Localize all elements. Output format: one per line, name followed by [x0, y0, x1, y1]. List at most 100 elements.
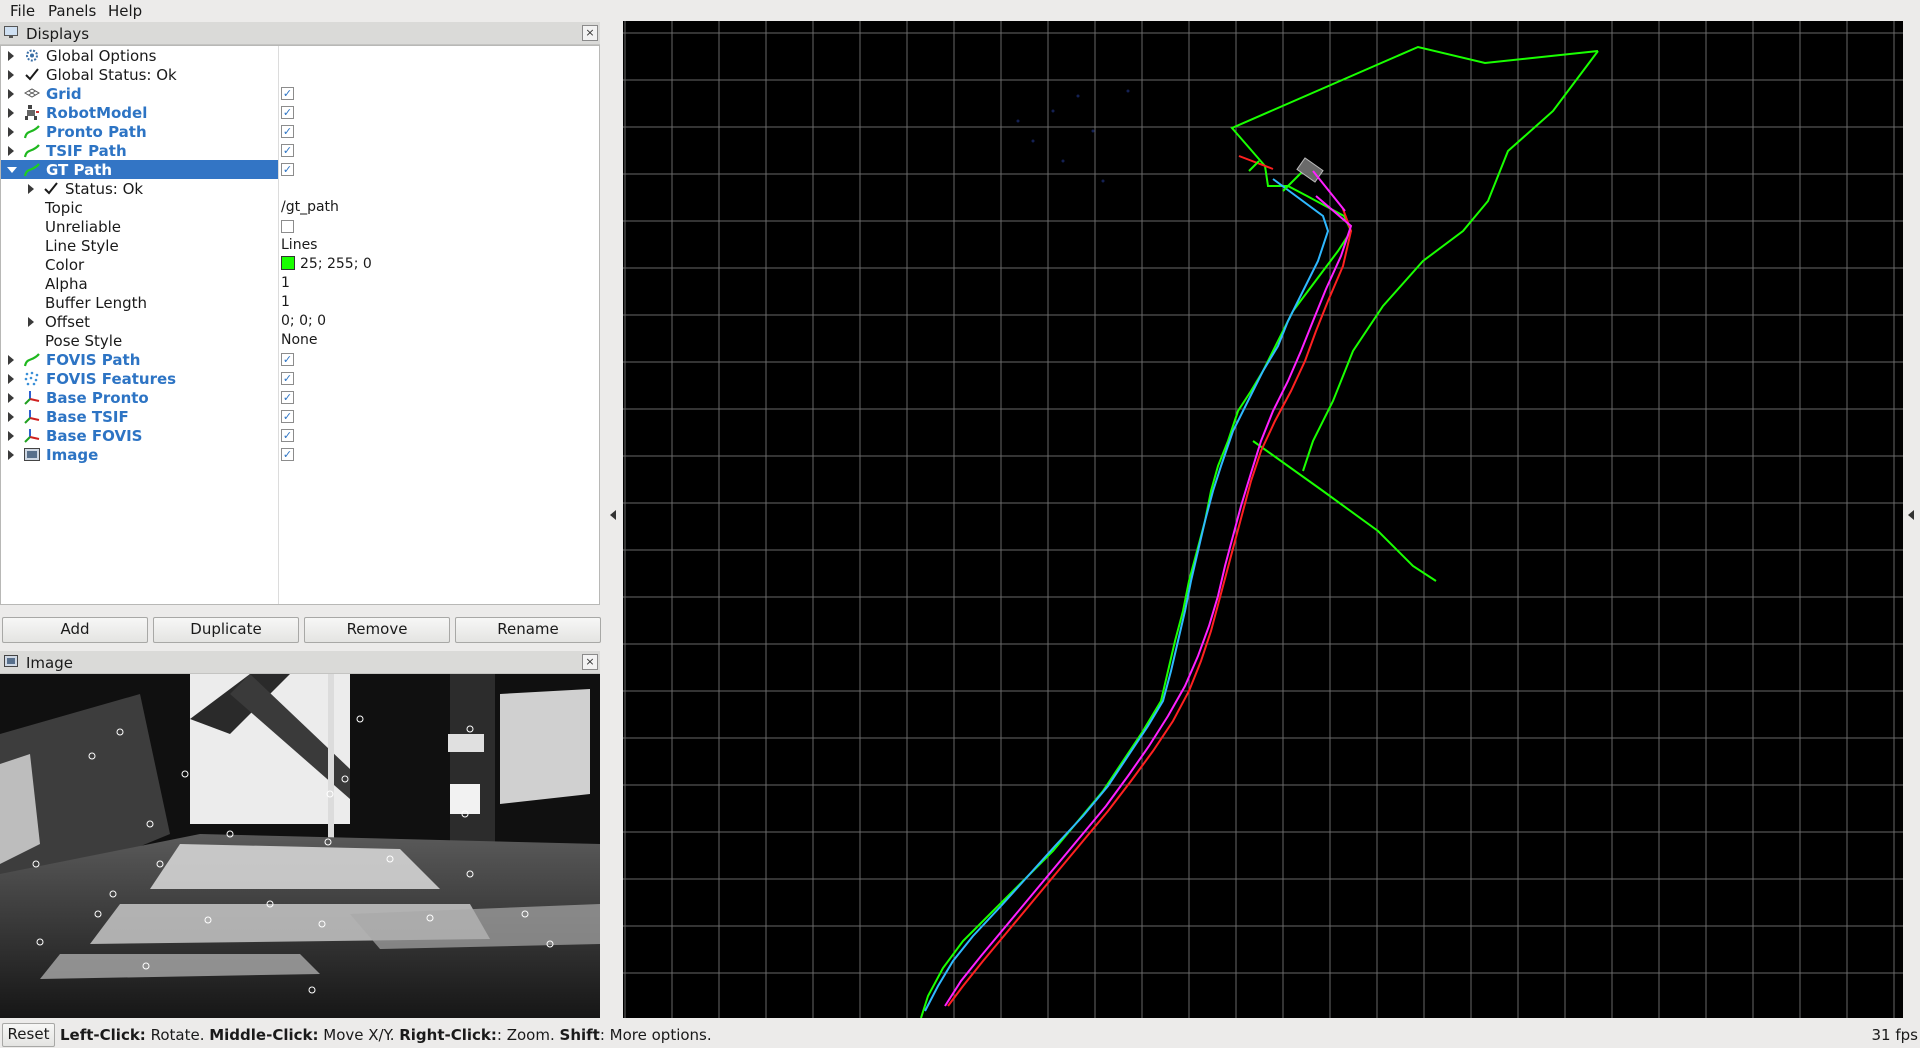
image-panel-header: Image × — [0, 651, 600, 674]
property-value[interactable]: 1 — [281, 294, 290, 310]
displays-panel-title: Displays — [26, 25, 90, 43]
tree-row-global-options[interactable]: Global Options — [1, 46, 599, 65]
property-unreliable[interactable]: Unreliable — [1, 217, 599, 236]
enable-checkbox[interactable]: ✓ — [281, 87, 294, 100]
path-icon — [23, 163, 40, 177]
expand-arrow-icon[interactable] — [8, 355, 14, 365]
expand-arrow-icon[interactable] — [8, 431, 14, 441]
expand-arrow-icon[interactable] — [8, 51, 14, 61]
3d-viewport[interactable] — [623, 21, 1903, 1018]
axes-icon — [24, 410, 40, 424]
menu-file-label: File — [10, 2, 36, 20]
property-pose-style[interactable]: Pose Style None — [1, 331, 599, 350]
tree-row-fovis-features[interactable]: FOVIS Features ✓ — [1, 369, 599, 388]
tree-row-global-status[interactable]: Global Status: Ok — [1, 65, 599, 84]
expand-arrow-icon[interactable] — [28, 317, 34, 327]
displays-tree[interactable]: Global Options Global Status: Ok Grid ✓ … — [0, 45, 600, 605]
expand-arrow-icon[interactable] — [8, 127, 14, 137]
collapse-arrow-icon[interactable] — [7, 167, 17, 173]
property-value-color[interactable]: 25; 255; 0 — [281, 256, 372, 272]
property-label: Alpha — [45, 275, 88, 293]
property-line-style[interactable]: Line Style Lines — [1, 236, 599, 255]
menu-panels[interactable]: Panels — [48, 2, 96, 20]
tree-label: GT Path — [46, 161, 113, 179]
property-buffer-length[interactable]: Buffer Length 1 — [1, 293, 599, 312]
tree-label: TSIF Path — [46, 142, 127, 160]
right-splitter-handle-icon[interactable] — [1908, 510, 1914, 520]
enable-checkbox[interactable]: ✓ — [281, 429, 294, 442]
remove-button[interactable]: Remove — [304, 617, 450, 643]
status-bar: Reset Left-Click: Rotate. Middle-Click: … — [0, 1022, 1920, 1048]
reset-button[interactable]: Reset — [2, 1023, 55, 1047]
check-icon — [44, 182, 58, 195]
property-value[interactable]: None — [281, 332, 318, 348]
tree-label: Base Pronto — [46, 389, 149, 407]
camera-image — [0, 674, 600, 1018]
property-topic[interactable]: Topic /gt_path — [1, 198, 599, 217]
property-label: Buffer Length — [45, 294, 148, 312]
enable-checkbox[interactable]: ✓ — [281, 163, 294, 176]
property-alpha[interactable]: Alpha 1 — [1, 274, 599, 293]
tree-row-robotmodel[interactable]: RobotModel ✓ — [1, 103, 599, 122]
gt-path-line — [920, 45, 1599, 1018]
unreliable-checkbox[interactable] — [281, 220, 294, 233]
tree-row-gt-path[interactable]: GT Path ✓ — [1, 160, 599, 179]
tree-label: FOVIS Path — [46, 351, 141, 369]
menu-help[interactable]: Help — [108, 2, 142, 20]
enable-checkbox[interactable]: ✓ — [281, 353, 294, 366]
hint-middle: Move X/Y. — [318, 1026, 400, 1044]
image-icon — [24, 448, 40, 461]
property-offset[interactable]: Offset 0; 0; 0 — [1, 312, 599, 331]
rename-button[interactable]: Rename — [455, 617, 601, 643]
property-value[interactable]: 1 — [281, 275, 290, 291]
tree-row-tsif-path[interactable]: TSIF Path ✓ — [1, 141, 599, 160]
expand-arrow-icon[interactable] — [28, 184, 34, 194]
color-swatch[interactable] — [281, 256, 295, 270]
path-icon — [23, 125, 40, 139]
tree-row-image[interactable]: Image ✓ — [1, 445, 599, 464]
enable-checkbox[interactable]: ✓ — [281, 448, 294, 461]
tree-row-fovis-path[interactable]: FOVIS Path ✓ — [1, 350, 599, 369]
enable-checkbox[interactable]: ✓ — [281, 125, 294, 138]
property-value[interactable]: 0; 0; 0 — [281, 313, 326, 329]
add-button[interactable]: Add — [2, 617, 148, 643]
property-value[interactable]: Lines — [281, 237, 317, 253]
gt-path-branch-line — [1252, 440, 1437, 582]
image-panel-close-button[interactable]: × — [582, 654, 598, 670]
property-label: Color — [45, 256, 85, 274]
expand-arrow-icon[interactable] — [8, 89, 14, 99]
expand-arrow-icon[interactable] — [8, 70, 14, 80]
menu-file[interactable]: File — [10, 2, 35, 20]
tree-row-grid[interactable]: Grid ✓ — [1, 84, 599, 103]
tree-row-base-pronto[interactable]: Base Pronto ✓ — [1, 388, 599, 407]
expand-arrow-icon[interactable] — [8, 108, 14, 118]
expand-arrow-icon[interactable] — [8, 146, 14, 156]
viewport-canvas[interactable] — [623, 21, 1903, 1018]
property-value[interactable]: /gt_path — [281, 199, 339, 215]
expand-arrow-icon[interactable] — [8, 374, 14, 384]
fps-counter: 31 fps — [1871, 1026, 1918, 1044]
enable-checkbox[interactable]: ✓ — [281, 372, 294, 385]
tree-label: Base FOVIS — [46, 427, 143, 445]
enable-checkbox[interactable]: ✓ — [281, 144, 294, 157]
tree-row-base-tsif[interactable]: Base TSIF ✓ — [1, 407, 599, 426]
enable-checkbox[interactable]: ✓ — [281, 391, 294, 404]
hint-shift-key: Shift — [559, 1026, 600, 1044]
grid — [623, 21, 1903, 1018]
left-splitter-handle-icon[interactable] — [610, 510, 616, 520]
duplicate-button[interactable]: Duplicate — [153, 617, 299, 643]
property-label: Line Style — [45, 237, 119, 255]
tree-row-base-fovis[interactable]: Base FOVIS ✓ — [1, 426, 599, 445]
enable-checkbox[interactable]: ✓ — [281, 106, 294, 119]
expand-arrow-icon[interactable] — [8, 393, 14, 403]
tree-row-gt-status[interactable]: Status: Ok — [1, 179, 599, 198]
tree-label: Grid — [46, 85, 82, 103]
enable-checkbox[interactable]: ✓ — [281, 410, 294, 423]
property-label: Unreliable — [45, 218, 121, 236]
expand-arrow-icon[interactable] — [8, 412, 14, 422]
property-color[interactable]: Color 25; 255; 0 — [1, 255, 599, 274]
expand-arrow-icon[interactable] — [8, 450, 14, 460]
hint-right: : Zoom. — [496, 1026, 560, 1044]
displays-panel-close-button[interactable]: × — [582, 25, 598, 41]
tree-row-pronto-path[interactable]: Pronto Path ✓ — [1, 122, 599, 141]
